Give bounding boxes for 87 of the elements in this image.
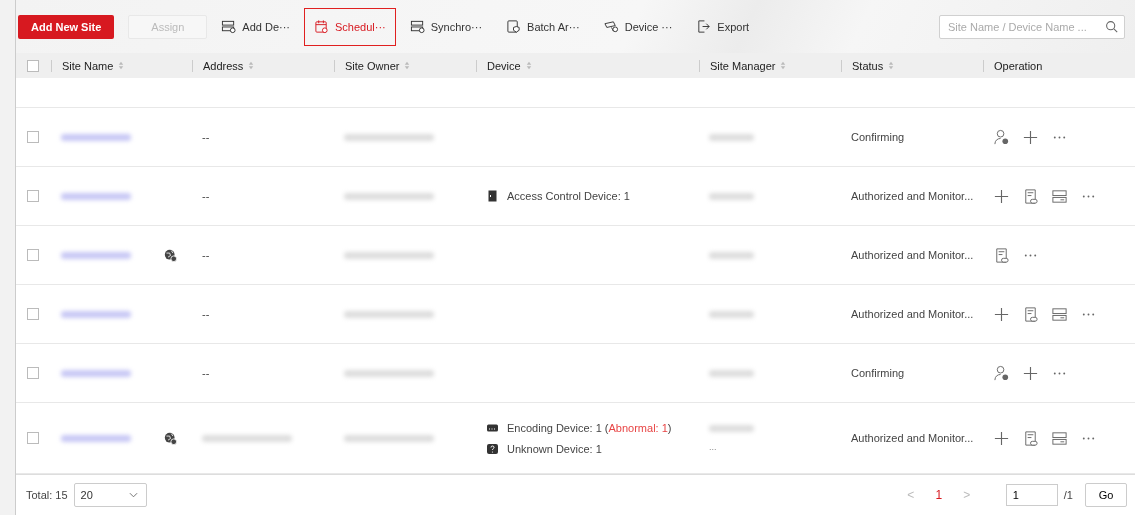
schedule-button[interactable]: Schedul···: [304, 7, 396, 46]
page-size-dropdown[interactable]: 20: [73, 483, 147, 507]
export-button[interactable]: Export: [686, 7, 760, 46]
column-header[interactable]: Status: [852, 59, 884, 72]
sort-icon[interactable]: [118, 61, 125, 70]
ellipsis-text: ...: [709, 441, 717, 452]
status-text: Authorized and Monitor...: [851, 190, 974, 202]
column-header[interactable]: Device: [487, 59, 521, 72]
status-text: Authorized and Monitor...: [851, 308, 974, 320]
globe-icon: [164, 248, 177, 262]
plus-icon[interactable]: [993, 305, 1010, 323]
camera-icon: [603, 19, 619, 34]
sort-icon[interactable]: [888, 61, 895, 70]
column-header[interactable]: Address: [203, 59, 244, 72]
export-icon: [696, 19, 712, 34]
device-count-text: Unknown Device: 1: [507, 442, 602, 455]
sync-button[interactable]: Synchro···: [399, 7, 493, 46]
server-icon: [409, 19, 425, 34]
row-checkbox[interactable]: [27, 308, 39, 320]
plus-icon[interactable]: [1022, 364, 1039, 382]
blurred-site-name[interactable]: [61, 369, 131, 377]
blurred-site-manager: [709, 192, 754, 200]
plus-icon[interactable]: [1022, 128, 1039, 146]
address-text: --: [202, 249, 210, 261]
sort-icon[interactable]: [780, 61, 787, 70]
blurred-site-name[interactable]: [61, 133, 131, 141]
device-icon[interactable]: [1051, 305, 1068, 323]
column-header[interactable]: Operation: [994, 59, 1043, 72]
question-icon: [486, 442, 499, 455]
status-text: Confirming: [851, 367, 905, 379]
blurred-site-name[interactable]: [61, 192, 131, 200]
row-checkbox[interactable]: [27, 367, 39, 379]
page-button[interactable]: 1: [927, 487, 950, 503]
total-count-text: Total: 15: [26, 489, 68, 501]
status-text: Authorized and Monitor...: [851, 432, 974, 444]
address-text: --: [202, 308, 210, 320]
address-text: --: [202, 131, 210, 143]
row-checkbox[interactable]: [27, 131, 39, 143]
search-field[interactable]: Site Name / Device Name ...: [939, 14, 1125, 39]
user-icon[interactable]: [993, 128, 1010, 146]
address-text: --: [202, 367, 210, 379]
column-header[interactable]: Site Manager: [710, 59, 776, 72]
blurred-site-manager: [709, 424, 754, 432]
address-text: --: [202, 190, 210, 202]
document-link-icon[interactable]: [1022, 305, 1039, 323]
sort-icon[interactable]: [248, 61, 255, 70]
page-number-input[interactable]: 1: [1005, 484, 1058, 506]
document-link-icon[interactable]: [1022, 187, 1039, 205]
door-icon: [486, 190, 499, 202]
document-link-icon[interactable]: [993, 246, 1010, 264]
device-button[interactable]: Device ···: [593, 7, 683, 46]
blurred-site-manager: [709, 133, 754, 141]
row-checkbox[interactable]: [27, 432, 39, 444]
blurred-site-name[interactable]: [61, 434, 131, 442]
globe-icon: [164, 431, 177, 445]
blurred-site-name[interactable]: [61, 310, 131, 318]
go-button[interactable]: Go: [1085, 483, 1127, 507]
user-icon[interactable]: [993, 364, 1010, 382]
sort-icon[interactable]: [404, 61, 411, 70]
select-all-checkbox[interactable]: [27, 59, 39, 72]
column-header[interactable]: Site Owner: [345, 59, 400, 72]
document-link-icon[interactable]: [1022, 429, 1039, 447]
page-count-text: /1: [1063, 489, 1073, 501]
search-icon[interactable]: [1105, 20, 1118, 33]
calendar-icon: [314, 19, 329, 34]
blurred-site-manager: [709, 310, 754, 318]
sort-icon[interactable]: [525, 61, 532, 70]
plus-icon[interactable]: [993, 187, 1010, 205]
server-icon: [221, 19, 237, 34]
device-count-text: Access Control Device: 1: [507, 190, 630, 202]
device-count-text: Encoding Device: 1 (Abnormal: 1): [507, 421, 672, 434]
chevron-down-icon: [128, 492, 138, 498]
add-device-button[interactable]: Add De···: [211, 7, 300, 46]
shield-icon: [506, 19, 522, 34]
blurred-site-manager: [709, 251, 754, 259]
status-text: Confirming: [851, 131, 905, 143]
add-new-site-button[interactable]: Add New Site: [18, 14, 115, 39]
blurred-site-name[interactable]: [61, 251, 131, 259]
row-checkbox[interactable]: [27, 249, 39, 261]
plus-icon[interactable]: [993, 429, 1010, 447]
blurred-site-manager: [709, 369, 754, 377]
device-icon[interactable]: [1051, 187, 1068, 205]
status-text: Authorized and Monitor...: [851, 249, 974, 261]
batch-button[interactable]: Batch Ar···: [496, 7, 590, 46]
row-checkbox[interactable]: [27, 190, 39, 202]
column-header[interactable]: Site Name: [62, 59, 114, 72]
device-icon[interactable]: [1051, 429, 1068, 447]
